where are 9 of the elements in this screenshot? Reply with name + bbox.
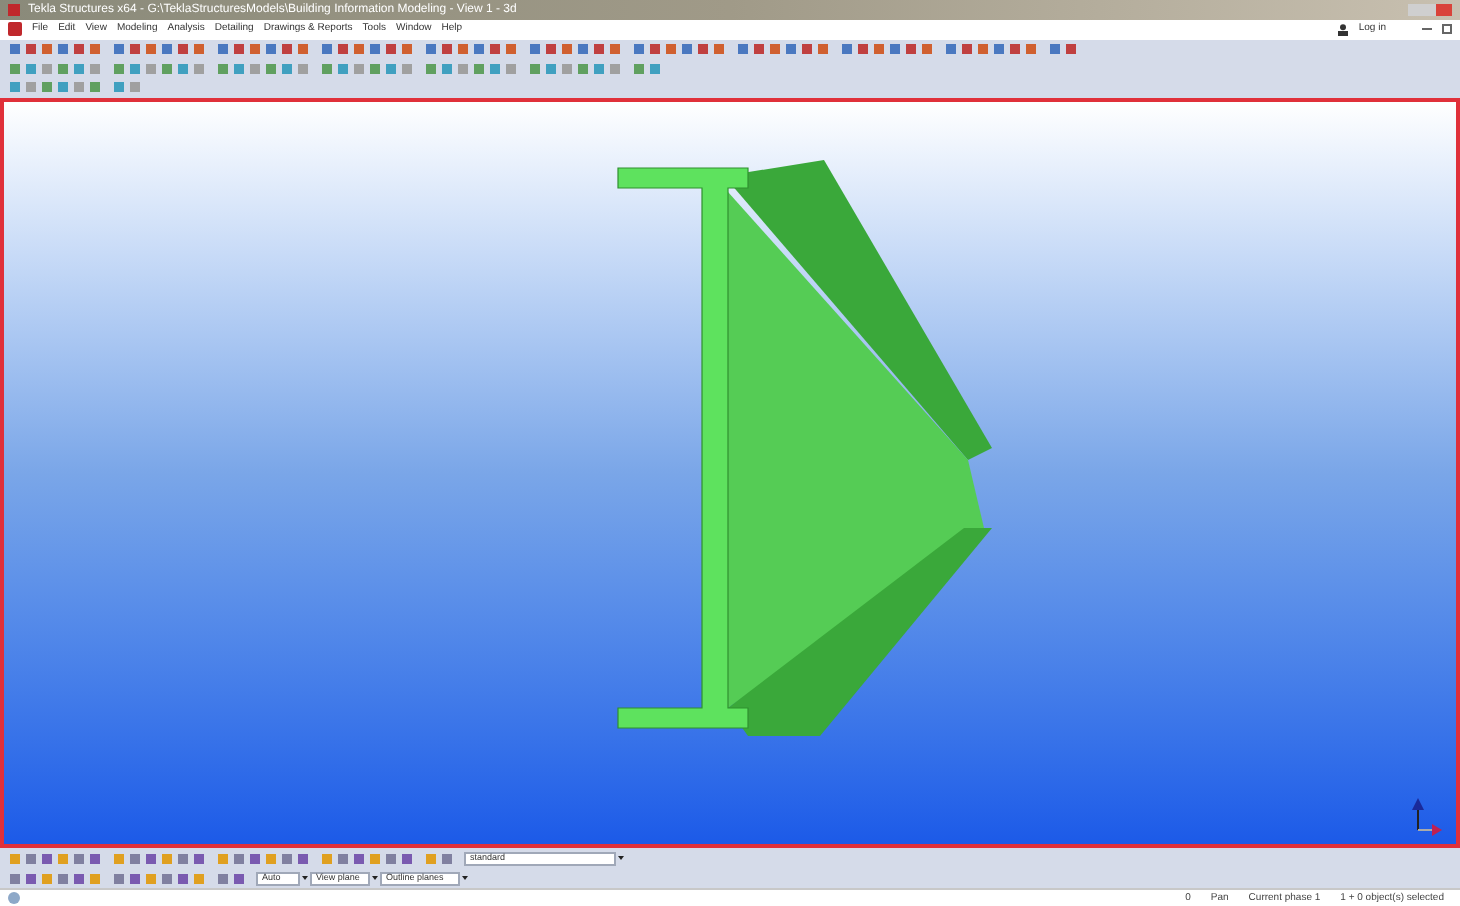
caret-icon [372, 876, 378, 881]
status-indicator-icon [8, 892, 20, 905]
model-viewport[interactable] [0, 97, 1460, 849]
restore-icon[interactable] [1442, 24, 1452, 35]
caret-icon [618, 856, 624, 861]
axis-indicator-icon [1410, 797, 1442, 836]
caret-icon [302, 876, 308, 881]
user-icon [1338, 23, 1349, 36]
caret-icon [462, 876, 468, 881]
